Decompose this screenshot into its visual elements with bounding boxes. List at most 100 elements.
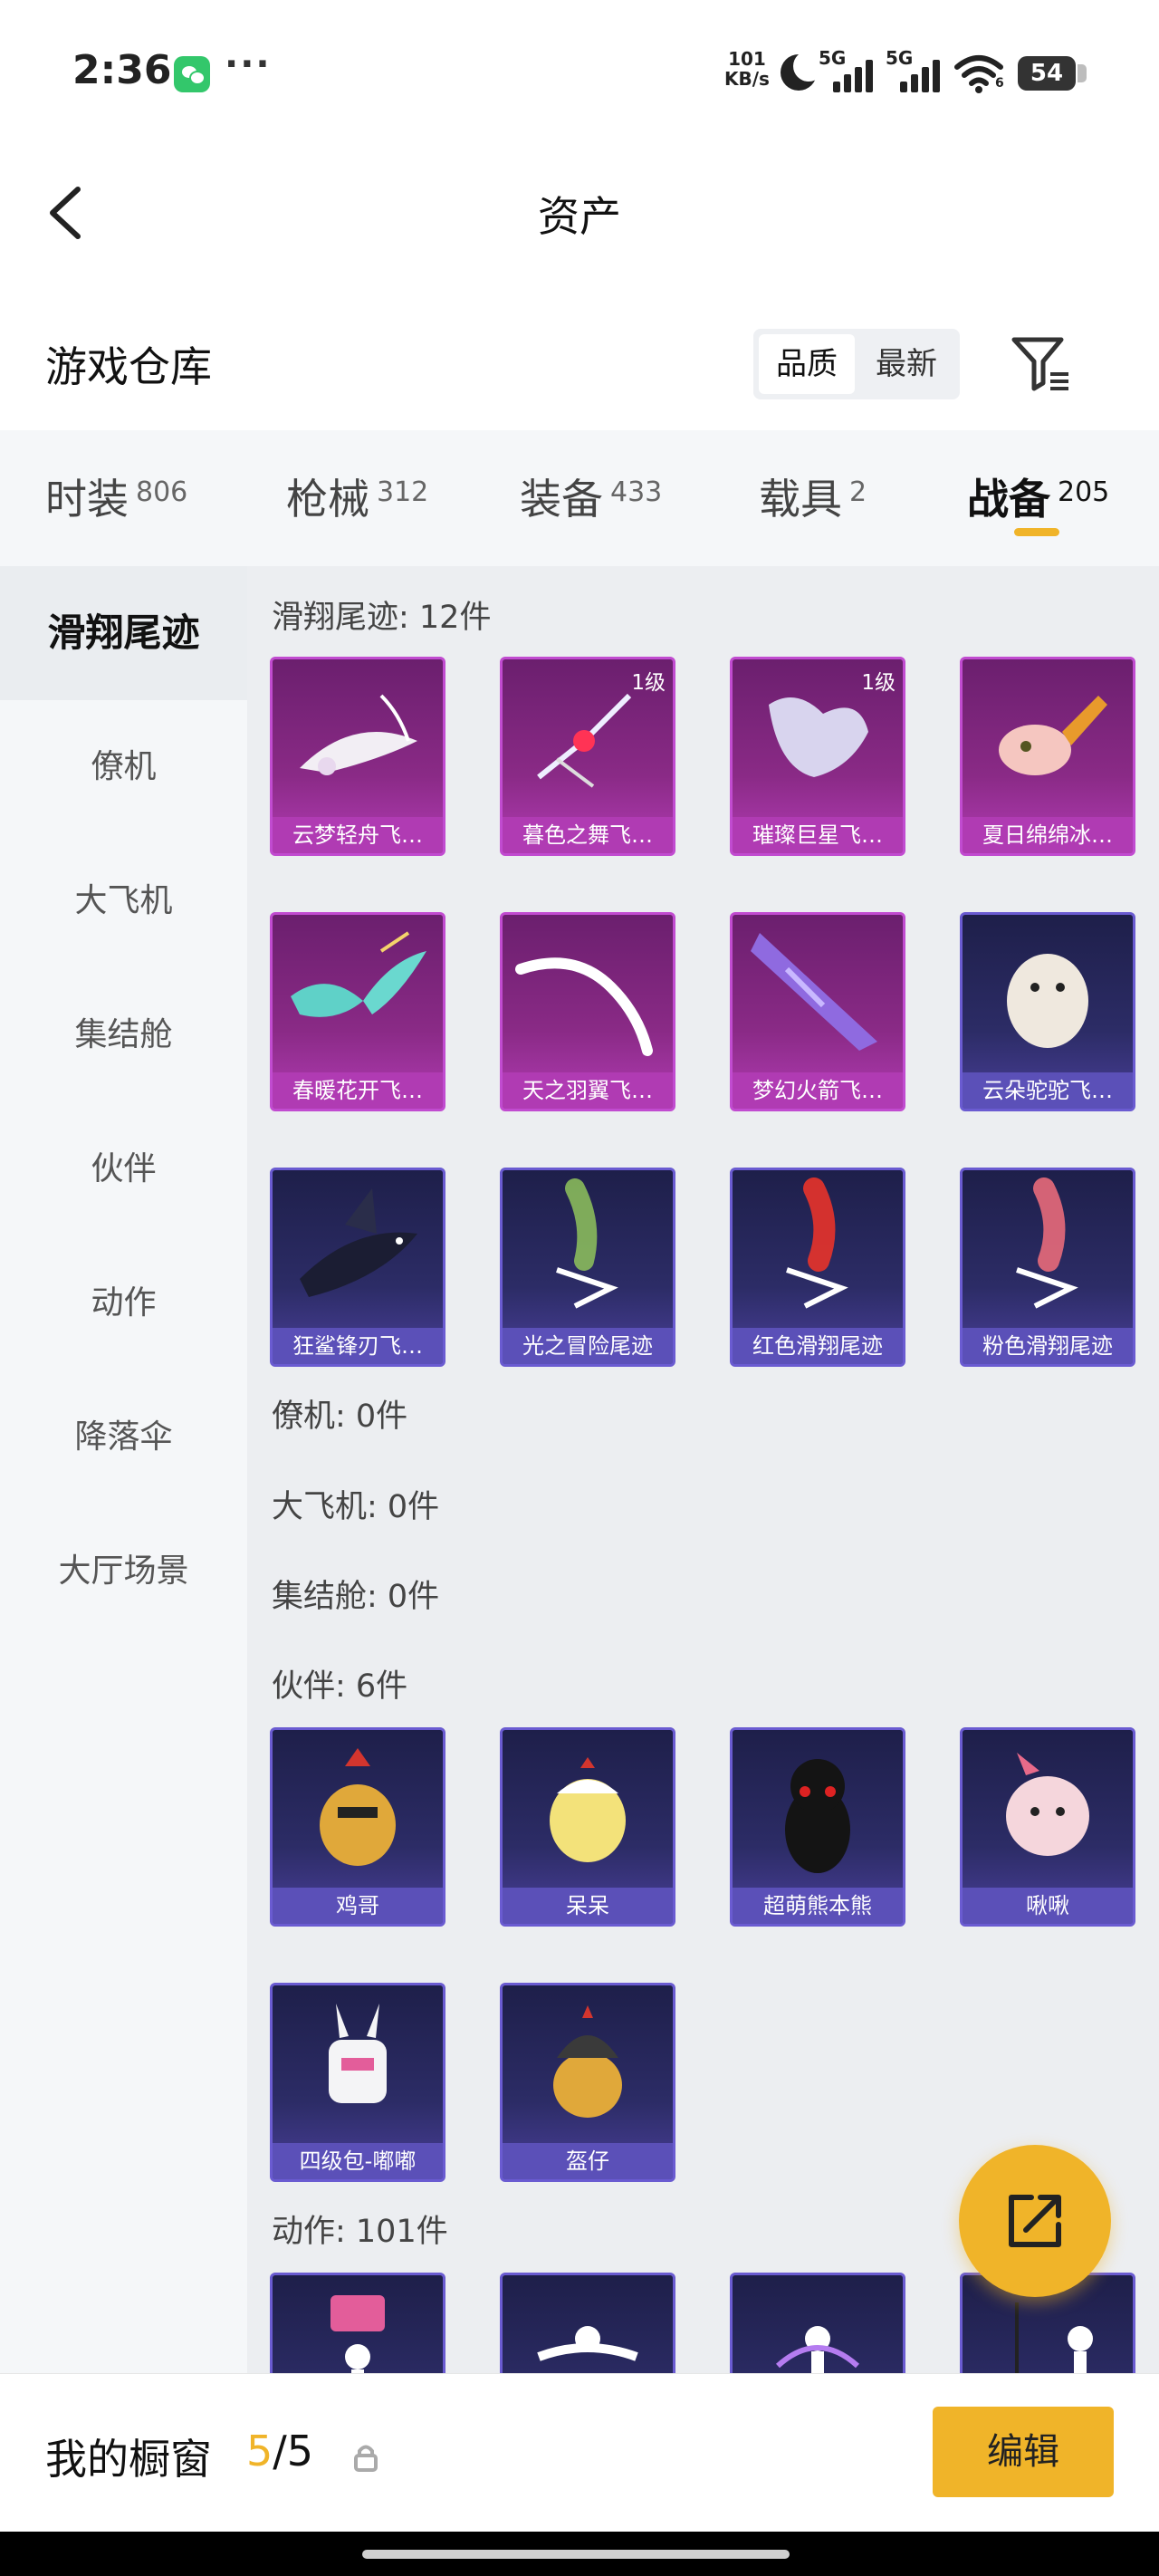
item-name: 春暖花开飞…	[273, 1072, 443, 1109]
tab-label: 载具	[759, 475, 842, 524]
item-card[interactable]	[270, 2273, 445, 2373]
item-name: 暮色之舞飞…	[503, 817, 673, 853]
item-card[interactable]: 鸡哥	[270, 1727, 445, 1927]
item-level: 1级	[861, 671, 896, 695]
gesture-bar	[0, 2532, 1159, 2576]
item-name: 梦幻火箭飞…	[733, 1072, 903, 1109]
item-card[interactable]: 1级 璀璨巨星飞…	[730, 657, 905, 856]
lock-icon	[353, 2443, 378, 2474]
sidebar-item-parachute[interactable]: 降落伞	[0, 1370, 247, 1504]
sidebar-item-partner[interactable]: 伙伴	[0, 1102, 247, 1236]
wifi-sub: 6	[995, 76, 1004, 91]
sort-newest-button[interactable]: 最新	[858, 334, 954, 394]
home-indicator[interactable]	[362, 2550, 790, 2559]
item-name: 光之冒险尾迹	[503, 1328, 673, 1364]
item-card[interactable]	[500, 2273, 675, 2373]
glider-art-icon	[515, 957, 653, 1056]
sidebar-item-wingman[interactable]: 僚机	[0, 700, 247, 834]
item-card[interactable]: 1级 暮色之舞飞…	[500, 657, 675, 856]
item-card[interactable]: 夏日绵绵冰…	[960, 657, 1135, 856]
item-card[interactable]: 云朵驼驼飞…	[960, 912, 1135, 1111]
sort-quality-button[interactable]: 品质	[759, 334, 855, 394]
tab-label: 战备	[967, 475, 1050, 524]
item-name: 呆呆	[503, 1888, 673, 1924]
showcase-total: 5	[286, 2427, 314, 2475]
sidebar-item-emote[interactable]: 动作	[0, 1236, 247, 1370]
battery-icon: 54	[1018, 56, 1087, 91]
tab-battle-prep[interactable]: 战备 205	[967, 466, 1109, 539]
item-card[interactable]: 呆呆	[500, 1727, 675, 1927]
tab-count: 312	[377, 476, 429, 508]
section-header-emote: 动作: 101件	[272, 2214, 448, 2250]
signal-icon: 5G	[886, 47, 958, 94]
item-name: 红色滑翔尾迹	[733, 1328, 903, 1364]
section-header-plane: 大飞机: 0件	[272, 1489, 440, 1525]
tab-vehicles[interactable]: 载具 2	[759, 466, 867, 539]
section-header-capsule: 集结舱: 0件	[272, 1579, 440, 1615]
item-card[interactable]: 天之羽翼飞…	[500, 912, 675, 1111]
partner-art-icon	[553, 2005, 622, 2118]
status-time: 2:36	[72, 47, 172, 93]
item-name: 云朵驼驼飞…	[963, 1072, 1133, 1109]
item-card[interactable]: 狂鲨锋刃飞…	[270, 1168, 445, 1367]
category-tabs: 时装 806 枪械 312 装备 433 载具 2 战备 205	[0, 430, 1159, 566]
section-header-wingman: 僚机: 0件	[272, 1399, 408, 1435]
partner-art-icon	[320, 1748, 396, 1866]
item-card[interactable]: 红色滑翔尾迹	[730, 1168, 905, 1367]
sort-toggle: 品质 最新	[753, 329, 960, 399]
network-speed: 101 KB/s	[724, 49, 770, 89]
item-name: 四级包-嘟嘟	[273, 2143, 443, 2179]
content-area: 滑翔尾迹: 12件 云梦轻舟飞… 1级 暮色之舞飞… 1级 璀璨巨星飞… 夏日绵…	[247, 566, 1159, 2373]
glider-art-icon	[300, 694, 417, 775]
tab-fashion[interactable]: 时装 806	[45, 466, 187, 539]
tab-label: 枪械	[286, 475, 369, 524]
item-name: 粉色滑翔尾迹	[963, 1328, 1133, 1364]
glider-art-icon	[300, 1188, 417, 1297]
item-card[interactable]: 梦幻火箭飞…	[730, 912, 905, 1111]
item-card[interactable]: 光之冒险尾迹	[500, 1168, 675, 1367]
emote-art-icon	[775, 2326, 860, 2373]
moon-icon	[781, 51, 824, 91]
tab-label: 装备	[520, 475, 603, 524]
tab-active-indicator	[1014, 528, 1059, 536]
item-name: 狂鲨锋刃飞…	[273, 1328, 443, 1364]
item-name: 天之羽翼飞…	[503, 1072, 673, 1109]
warehouse-header: 游戏仓库 品质 最新	[0, 276, 1159, 430]
tab-equipment[interactable]: 装备 433	[520, 466, 662, 539]
glider-art-icon	[291, 931, 426, 1017]
item-card[interactable]	[730, 2273, 905, 2373]
item-card[interactable]: 盔仔	[500, 1983, 675, 2182]
item-card[interactable]: 粉色滑翔尾迹	[960, 1168, 1135, 1367]
sidebar-item-glide-trail[interactable]: 滑翔尾迹	[0, 566, 247, 700]
item-card[interactable]: 超萌熊本熊	[730, 1727, 905, 1927]
share-button[interactable]	[959, 2145, 1111, 2297]
showcase-count: 5/5	[246, 2427, 313, 2475]
item-card[interactable]: 云梦轻舟飞…	[270, 657, 445, 856]
edit-button[interactable]: 编辑	[933, 2407, 1114, 2497]
item-card[interactable]: 春暖花开飞…	[270, 912, 445, 1111]
tab-count: 433	[610, 476, 663, 508]
emote-art-icon	[537, 2326, 638, 2361]
more-dots-icon: ···	[225, 43, 272, 85]
sidebar-item-capsule[interactable]: 集结舱	[0, 968, 247, 1102]
network-speed-value: 101	[728, 48, 766, 70]
item-card[interactable]: 啾啾	[960, 1727, 1135, 1927]
signal-label: 5G	[886, 47, 914, 69]
tab-guns[interactable]: 枪械 312	[286, 466, 428, 539]
sidebar: 滑翔尾迹 僚机 大飞机 集结舱 伙伴 动作 降落伞 大厅场景	[0, 566, 247, 2373]
item-name: 璀璨巨星飞…	[733, 817, 903, 853]
glider-art-icon	[751, 933, 877, 1051]
filter-icon[interactable]	[1011, 334, 1072, 394]
partner-art-icon	[1006, 1753, 1089, 1856]
item-card[interactable]: 四级包-嘟嘟	[270, 1983, 445, 2182]
wechat-icon	[174, 56, 210, 92]
showcase-bar: 我的橱窗 5/5 编辑	[0, 2373, 1159, 2532]
status-bar: 2:36 ··· 101 KB/s 5G 5G 6 54	[0, 0, 1159, 149]
item-level: 1级	[631, 671, 666, 695]
partner-art-icon	[329, 2004, 387, 2103]
glider-art-icon	[556, 1178, 618, 1309]
sidebar-item-plane[interactable]: 大飞机	[0, 834, 247, 968]
glider-art-icon	[1016, 1177, 1078, 1309]
sidebar-item-lobby-scene[interactable]: 大厅场景	[0, 1504, 247, 1639]
tab-count: 205	[1058, 476, 1110, 508]
